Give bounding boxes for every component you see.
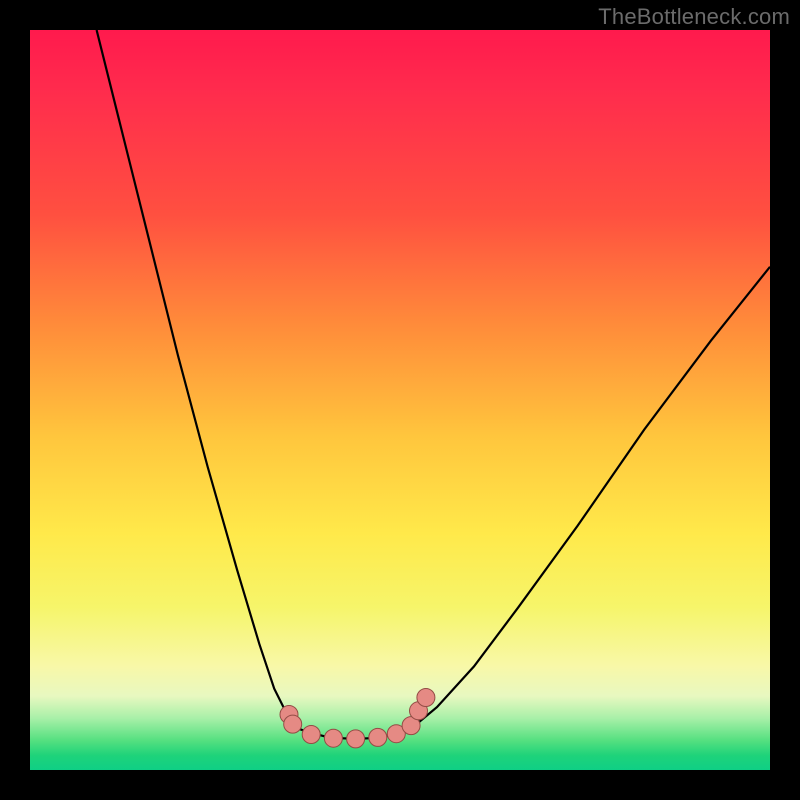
data-marker: [284, 715, 302, 733]
data-marker: [417, 689, 435, 707]
plot-area: [30, 30, 770, 770]
data-marker: [302, 726, 320, 744]
outer-frame: TheBottleneck.com: [0, 0, 800, 800]
data-marker: [347, 730, 365, 748]
watermark-text: TheBottleneck.com: [598, 4, 790, 30]
data-marker: [324, 729, 342, 747]
marker-layer: [280, 689, 435, 748]
bottleneck-curve: [97, 30, 770, 739]
chart-svg: [30, 30, 770, 770]
data-marker: [369, 728, 387, 746]
